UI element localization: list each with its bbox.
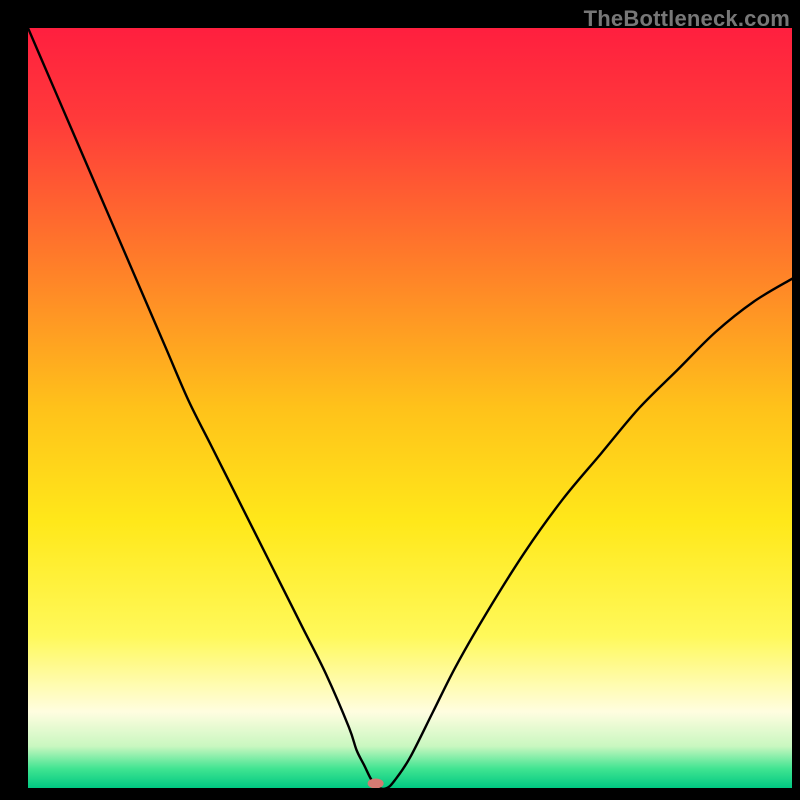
axis-frame [792,0,800,800]
optimal-marker [368,778,384,788]
plot-background-gradient [28,28,792,788]
chart-container: TheBottleneck.com [0,0,800,800]
watermark-label: TheBottleneck.com [584,6,790,32]
axis-frame [0,0,28,800]
axis-frame [0,788,800,800]
bottleneck-chart [0,0,800,800]
